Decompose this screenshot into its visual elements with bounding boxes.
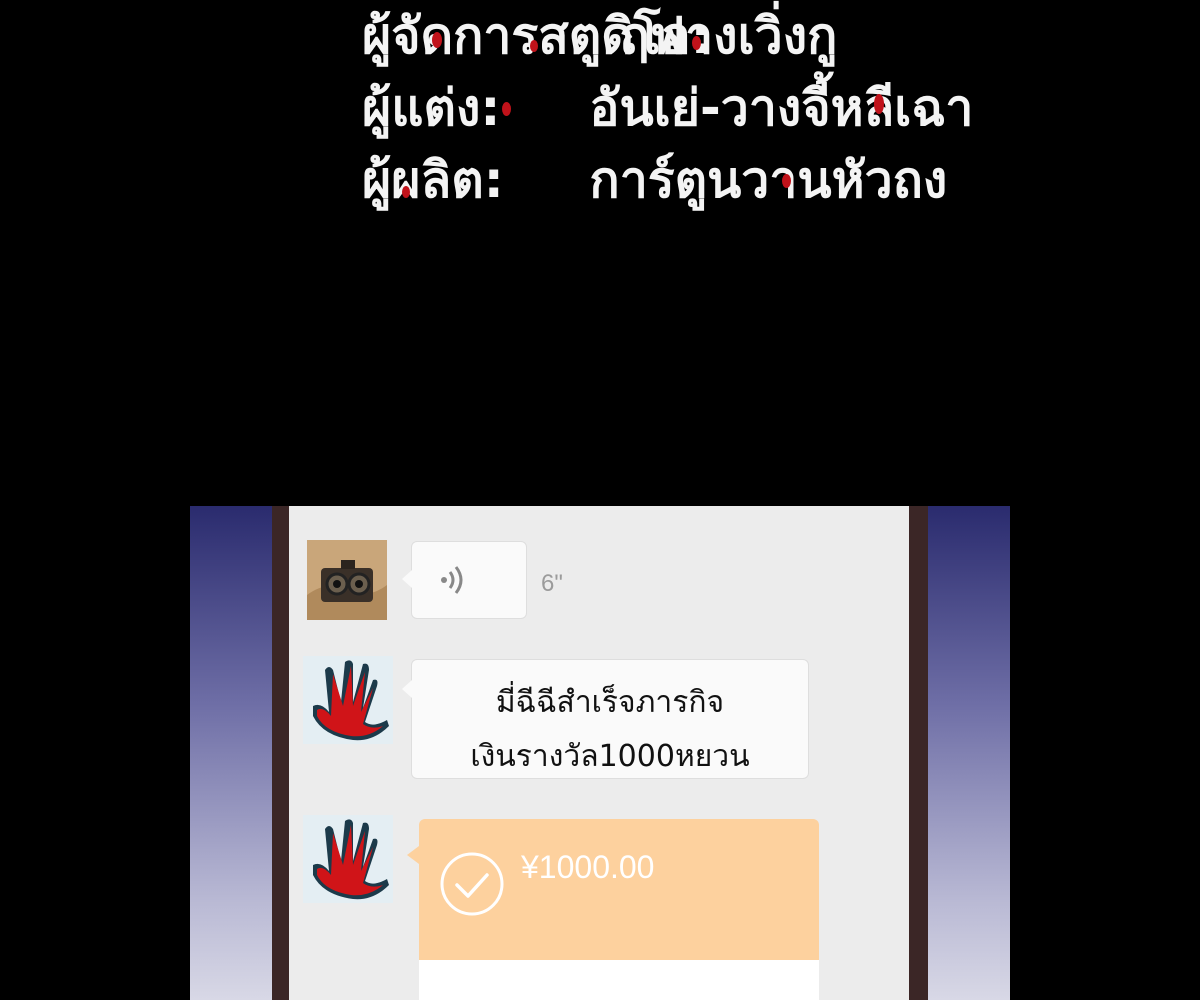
- blood-drip: [402, 186, 410, 198]
- voice-message-bubble[interactable]: [402, 541, 527, 619]
- bloody-hand-avatar[interactable]: [303, 815, 393, 903]
- credit-line-author: ผู้แต่ง: อันเย่-วางจี้หลีเฉา: [362, 72, 1062, 144]
- blood-drip: [432, 32, 442, 48]
- voice-wave-icon: [441, 566, 463, 594]
- credit-line-producer: ผู้ผลิต: การ์ตูนวานหัวถง: [362, 144, 1062, 216]
- credit-name: ฤฟางเวิ่งกู: [619, 7, 838, 65]
- bubble-tail: [402, 570, 412, 588]
- credits-block: ผู้จัดการสตูดิโอ: ฤฟางเวิ่งกู ผู้แต่ง: อ…: [362, 0, 1062, 216]
- chat-screen[interactable]: 6" มี่ฉีฉีสำเร็จภารกิจ เงินรางวัล1000หยว…: [289, 506, 909, 1000]
- credit-role: ผู้ผลิต:: [362, 151, 504, 209]
- credit-name: การ์ตูนวานหัวถง: [589, 151, 948, 209]
- bloody-hand-avatar[interactable]: [303, 656, 393, 744]
- voice-duration: 6": [541, 570, 563, 597]
- transfer-amount: ¥1000.00: [521, 849, 655, 885]
- credit-name: อันเย่-วางจี้หลีเฉา: [589, 79, 974, 137]
- credit-line-studio: ผู้จัดการสตูดิโอ: ฤฟางเวิ่งกู: [362, 0, 1062, 72]
- bubble-tail: [407, 846, 419, 864]
- transfer-footer: [419, 960, 819, 1000]
- hand-icon: [303, 815, 393, 903]
- camera-icon: [307, 540, 387, 620]
- message-line: มี่ฉีฉีสำเร็จภารกิจ: [495, 685, 725, 720]
- blood-drip: [874, 94, 884, 114]
- text-message-bubble[interactable]: มี่ฉีฉีสำเร็จภารกิจ เงินรางวัล1000หยวน: [402, 659, 809, 779]
- comic-panel: 6" มี่ฉีฉีสำเร็จภารกิจ เงินรางวัล1000หยว…: [190, 506, 1010, 1000]
- message-line: เงินรางวัล1000หยวน: [470, 739, 750, 774]
- blood-drip: [530, 40, 538, 52]
- bubble-tail: [402, 680, 412, 698]
- money-transfer-bubble[interactable]: ¥1000.00: [419, 819, 819, 1000]
- blood-drip: [692, 36, 701, 50]
- blood-drip: [502, 102, 511, 116]
- message-text: มี่ฉีฉีสำเร็จภารกิจ เงินรางวัล1000หยวน: [412, 676, 808, 784]
- credit-role: ผู้จัดการสตูดิโอ:: [362, 7, 711, 65]
- hand-icon: [303, 656, 393, 744]
- camera-avatar[interactable]: [307, 540, 387, 620]
- credit-role: ผู้แต่ง:: [362, 79, 501, 137]
- blood-drip: [782, 174, 791, 188]
- check-circle-icon: [440, 852, 504, 916]
